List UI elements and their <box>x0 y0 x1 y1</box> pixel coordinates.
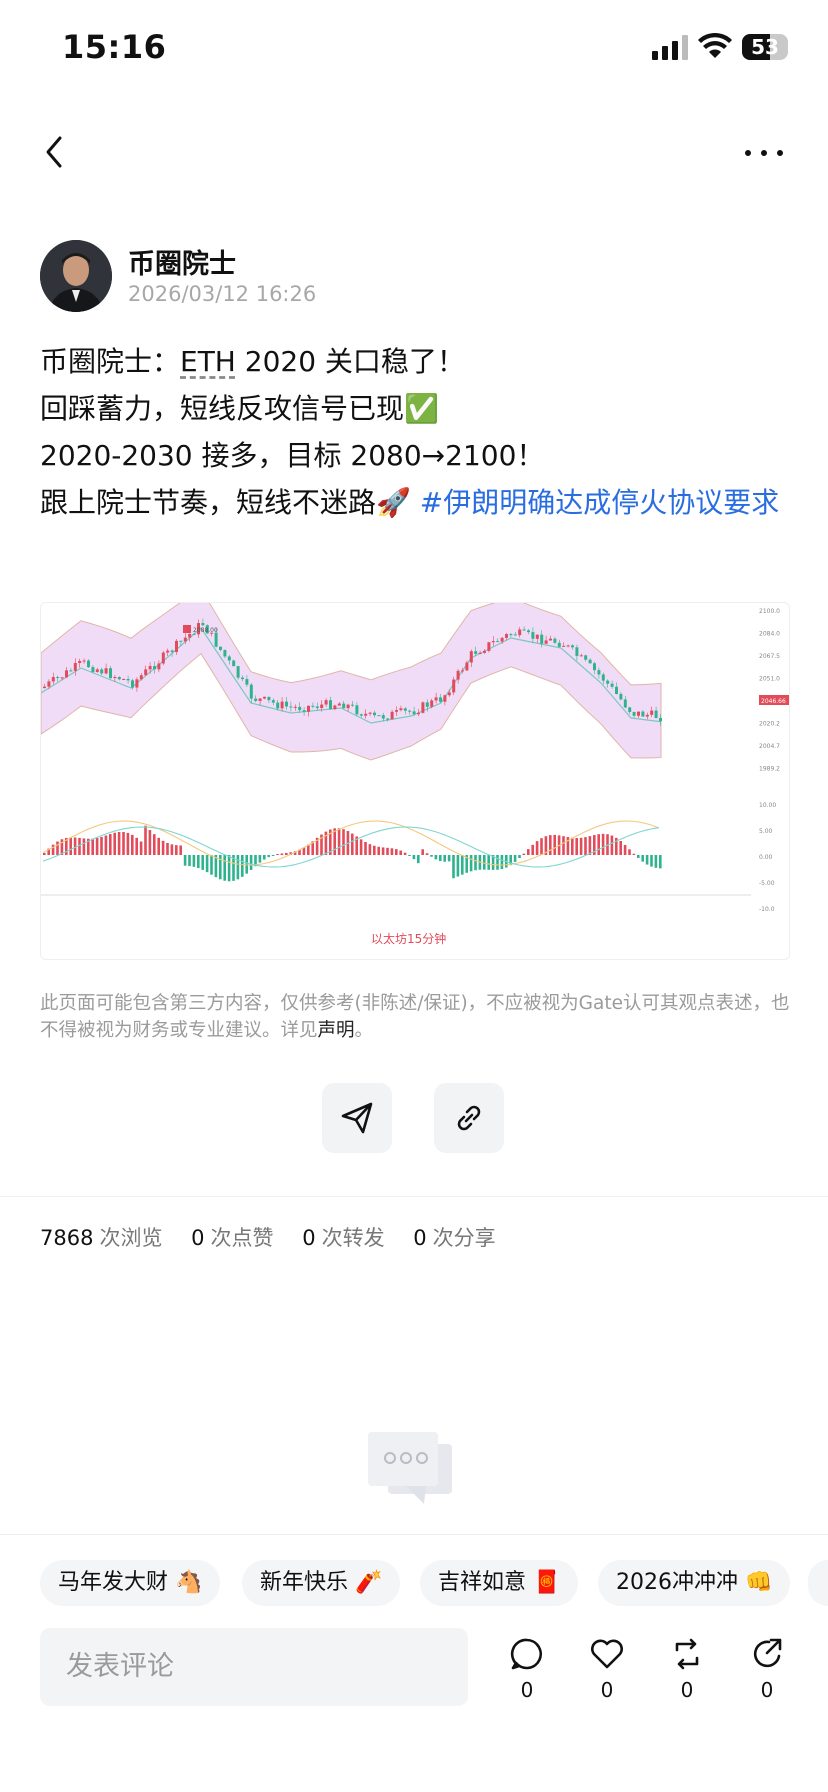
eth-ticker-link[interactable]: ETH <box>180 345 236 378</box>
disclaimer-link[interactable]: 声明 <box>318 1020 355 1041</box>
wifi-icon <box>698 32 732 58</box>
macd-tick-label: 5.00 <box>759 828 773 835</box>
heart-icon <box>591 1639 623 1669</box>
send-icon <box>341 1102 373 1134</box>
comment-icon <box>510 1638 543 1670</box>
price-tick-label: 2004.7 <box>759 743 780 750</box>
peak-label: 2088.00 <box>193 627 218 634</box>
bottom-divider <box>0 1534 828 1535</box>
macd-tick-label: -5.00 <box>759 880 775 887</box>
comment-placeholder: 发表评论 <box>66 1651 174 1682</box>
empty-comments-icon <box>368 1432 452 1504</box>
quick-comment-chip[interactable]: 新年快乐 🧨 <box>242 1560 401 1606</box>
post-line4: 跟上院士节奏，短线不迷路🚀 <box>40 486 420 519</box>
post-date: 2026/03/12 16:26 <box>128 282 317 306</box>
quick-comment-chip-overflow[interactable] <box>808 1560 828 1606</box>
like-action[interactable]: 0 <box>582 1636 632 1702</box>
post-line3: 2020-2030 接多，目标 2080→2100！ <box>40 439 545 472</box>
views-count: 7868 <box>40 1226 94 1250</box>
reposts-label: 次转发 <box>321 1226 385 1250</box>
shares-count: 0 <box>413 1226 427 1250</box>
post-line1-suffix: 2020 关口稳了！ <box>235 345 465 378</box>
disclaimer: 此页面可能包含第三方内容，仅供参考(非陈述/保证)，不应被视为Gate认可其观点… <box>40 990 790 1044</box>
macd-tick-label: -10.0 <box>759 906 775 913</box>
peak-marker <box>183 625 191 633</box>
author-name[interactable]: 币圈院士 <box>128 242 236 281</box>
more-options-icon[interactable] <box>744 148 784 158</box>
reposts-count: 0 <box>302 1226 316 1250</box>
price-tick-label: 2067.5 <box>759 653 780 660</box>
hashtag-link[interactable]: #伊朗明确达成停火协议要求 <box>420 486 779 519</box>
disclaimer-text: 此页面可能包含第三方内容，仅供参考(非陈述/保证)，不应被视为Gate认可其观点… <box>40 993 790 1041</box>
price-axis: 2100.02084.02067.52051.02035.12020.22004… <box>759 608 780 773</box>
likes-label: 次点赞 <box>210 1226 274 1250</box>
price-tick-label: 2051.0 <box>759 676 780 683</box>
repost-action[interactable]: 0 <box>662 1636 712 1702</box>
share-arrow-icon <box>753 1638 782 1668</box>
comment-count: 0 <box>520 1678 534 1702</box>
quick-comment-chip[interactable]: 马年发大财 🐴 <box>40 1560 221 1606</box>
price-tag: 2046.66 <box>761 698 786 705</box>
author-avatar[interactable] <box>40 240 112 312</box>
quick-comment-chip[interactable]: 2026冲冲冲 👊 <box>598 1560 791 1606</box>
link-icon <box>457 1105 481 1131</box>
macd-tick-label: 10.00 <box>759 802 776 809</box>
battery-icon: 53 <box>742 34 788 60</box>
battery-level: 53 <box>751 35 779 59</box>
comment-action[interactable]: 0 <box>502 1636 552 1702</box>
repost-count: 0 <box>680 1678 694 1702</box>
shares-label: 次分享 <box>432 1226 496 1250</box>
comment-input[interactable]: 发表评论 <box>40 1628 468 1706</box>
chart-watermark: 以太坊15分钟 <box>371 931 446 946</box>
price-tick-label: 2020.2 <box>759 721 780 728</box>
back-icon[interactable] <box>40 132 70 172</box>
post-line2: 回踩蓄力，短线反攻信号已现✅ <box>40 392 439 425</box>
post-body: 币圈院士：ETH 2020 关口稳了！ 回踩蓄力，短线反攻信号已现✅ 2020-… <box>40 338 800 526</box>
status-time: 15:16 <box>62 28 167 66</box>
macd-axis: 10.00 5.00 0.00 -5.00 -10.0 <box>759 802 776 913</box>
quick-comment-chip[interactable]: 吉祥如意 🧧 <box>420 1560 579 1606</box>
macd-histogram <box>43 825 662 882</box>
chart-image[interactable]: 2100.02084.02067.52051.02035.12020.22004… <box>40 602 790 960</box>
share-action[interactable]: 0 <box>742 1636 792 1702</box>
share-button[interactable] <box>322 1083 392 1153</box>
views-label: 次浏览 <box>99 1226 163 1250</box>
like-count: 0 <box>600 1678 614 1702</box>
share-count: 0 <box>760 1678 774 1702</box>
post-stats: 7868 次浏览 0 次点赞 0 次转发 0 次分享 <box>40 1222 518 1252</box>
price-tick-label: 2084.0 <box>759 631 780 638</box>
divider <box>0 1196 828 1197</box>
cellular-signal-icon <box>652 34 688 60</box>
repost-icon <box>675 1638 699 1670</box>
price-tick-label: 2100.0 <box>759 608 780 615</box>
macd-tick-label: 0.00 <box>759 854 773 861</box>
disclaimer-end: 。 <box>354 1020 374 1041</box>
likes-count: 0 <box>191 1226 205 1250</box>
copy-link-button[interactable] <box>434 1083 504 1153</box>
price-tick-label: 1989.2 <box>759 766 780 773</box>
post-line1-prefix: 币圈院士： <box>40 345 181 378</box>
